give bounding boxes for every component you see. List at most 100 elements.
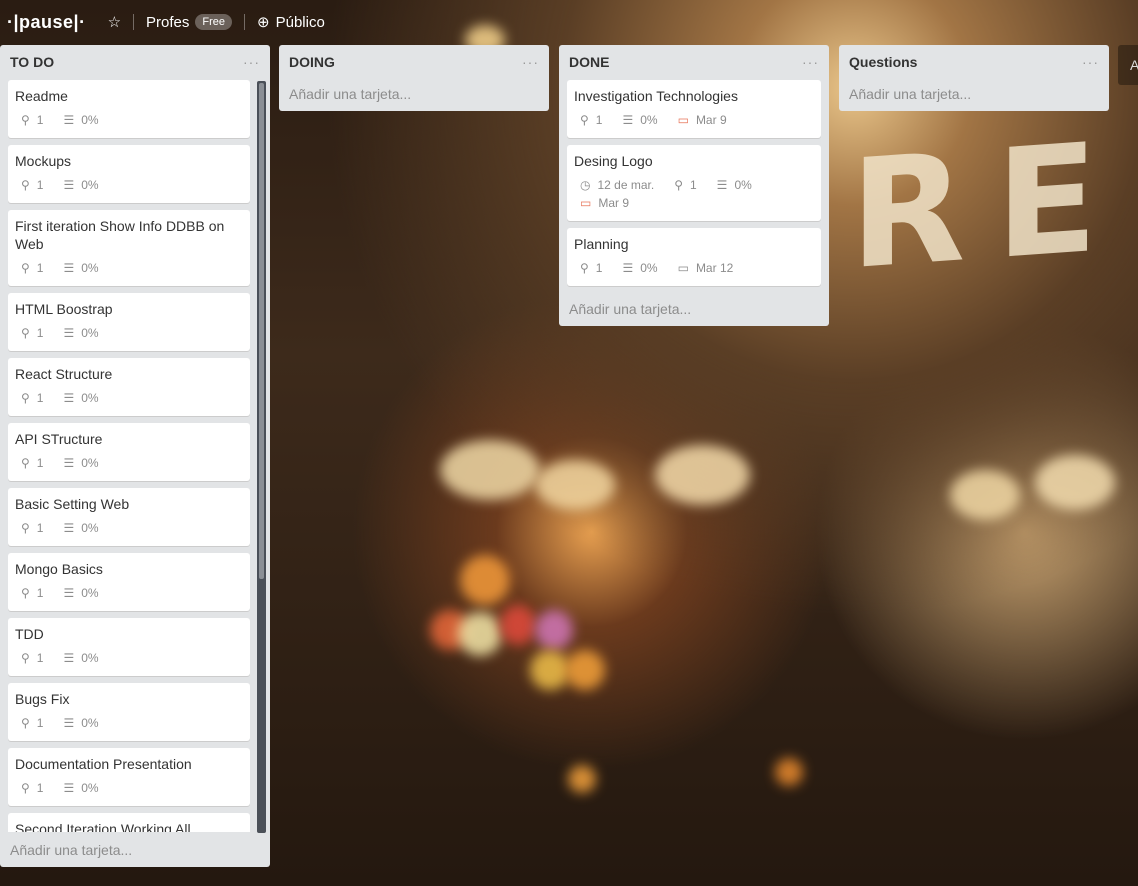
checklist-icon: ☰ xyxy=(63,113,75,127)
card-title: Documentation Presentation xyxy=(15,756,192,772)
paperclip-icon: ⚲ xyxy=(21,113,30,127)
card-title: First iteration Show Info DDBB on Web xyxy=(15,218,225,252)
list-title[interactable]: TO DO xyxy=(10,54,54,70)
card[interactable]: Readme ⚲ 1 ☰ 0% xyxy=(8,80,250,138)
checklist-progress: 0% xyxy=(640,113,658,127)
checklist-progress: 0% xyxy=(81,178,99,192)
card-date: Mar 12 xyxy=(695,261,734,275)
checklist-progress: 0% xyxy=(81,456,99,470)
checklist-progress: 0% xyxy=(81,113,99,127)
attachment-count: 1 xyxy=(595,113,603,127)
paperclip-icon: ⚲ xyxy=(580,261,589,275)
list-header: Questions ··· xyxy=(839,45,1109,78)
due-date: Mar 9 xyxy=(695,113,727,127)
card[interactable]: Planning ⚲ 1 ☰ 0% ▭ Mar 12 xyxy=(567,228,821,286)
paperclip-icon: ⚲ xyxy=(21,781,30,795)
card-title: Planning xyxy=(574,236,629,252)
add-card-button[interactable]: Añadir una tarjeta... xyxy=(0,834,142,867)
checklist-icon: ☰ xyxy=(63,326,75,340)
card[interactable]: Desing Logo ◷ 12 de mar. ⚲ 1 ☰ 0% ▭ Mar 9 xyxy=(567,145,821,221)
list-title[interactable]: DOING xyxy=(289,54,335,70)
board-title[interactable]: ·|pause|· xyxy=(7,12,86,33)
start-date: 12 de mar. xyxy=(597,178,655,192)
paperclip-icon: ⚲ xyxy=(21,178,30,192)
add-card-button[interactable]: Añadir una tarjeta... xyxy=(279,78,549,111)
checklist-progress: 0% xyxy=(81,781,99,795)
list-scrollbar[interactable] xyxy=(257,81,266,833)
calendar-icon: ▭ xyxy=(580,196,592,210)
star-icon[interactable]: ☆ xyxy=(108,13,121,31)
add-list-button[interactable]: A xyxy=(1118,45,1138,85)
card[interactable]: Second Iteration Working All Features wi… xyxy=(8,813,250,832)
card[interactable]: Documentation Presentation ⚲ 1 ☰ 0% xyxy=(8,748,250,806)
list-title[interactable]: DONE xyxy=(569,54,609,70)
globe-icon: ⊕ xyxy=(257,14,270,31)
paperclip-icon: ⚲ xyxy=(21,326,30,340)
list-done: DONE ··· Investigation Technologies ⚲ 1 ☰… xyxy=(559,45,829,326)
checklist-progress: 0% xyxy=(734,178,752,192)
card[interactable]: API STructure ⚲ 1 ☰ 0% xyxy=(8,423,250,481)
card[interactable]: Mongo Basics ⚲ 1 ☰ 0% xyxy=(8,553,250,611)
attachment-count: 1 xyxy=(36,113,44,127)
calendar-icon: ▭ xyxy=(677,261,689,275)
card[interactable]: Mockups ⚲ 1 ☰ 0% xyxy=(8,145,250,203)
checklist-icon: ☰ xyxy=(622,113,634,127)
checklist-progress: 0% xyxy=(81,651,99,665)
attachment-count: 1 xyxy=(36,326,44,340)
ellipsis-icon[interactable]: ··· xyxy=(243,54,260,70)
visibility-button[interactable]: Público xyxy=(276,14,325,31)
team-plan-badge: Free xyxy=(195,14,233,30)
attachment-count: 1 xyxy=(36,391,44,405)
card-title: Readme xyxy=(15,88,68,104)
card-title: Bugs Fix xyxy=(15,691,70,707)
checklist-progress: 0% xyxy=(81,716,99,730)
attachment-count: 1 xyxy=(595,261,603,275)
add-card-button[interactable]: Añadir una tarjeta... xyxy=(839,78,1109,111)
paperclip-icon: ⚲ xyxy=(21,586,30,600)
scrollbar-thumb[interactable] xyxy=(259,83,264,579)
checklist-icon: ☰ xyxy=(63,781,75,795)
due-date: Mar 9 xyxy=(598,196,630,210)
checklist-icon: ☰ xyxy=(63,456,75,470)
checklist-progress: 0% xyxy=(81,521,99,535)
attachment-count: 1 xyxy=(36,178,44,192)
list-todo: TO DO ··· Readme ⚲ 1 ☰ 0% Mockups ⚲ 1 ☰ 0% F… xyxy=(0,45,270,867)
paperclip-icon: ⚲ xyxy=(580,113,589,127)
paperclip-icon: ⚲ xyxy=(21,261,30,275)
checklist-icon: ☰ xyxy=(63,586,75,600)
card[interactable]: Investigation Technologies ⚲ 1 ☰ 0% ▭ Mar 9 xyxy=(567,80,821,138)
attachment-count: 1 xyxy=(36,586,44,600)
paperclip-icon: ⚲ xyxy=(21,521,30,535)
team-name[interactable]: Profes xyxy=(146,14,189,31)
checklist-progress: 0% xyxy=(81,391,99,405)
ellipsis-icon[interactable]: ··· xyxy=(802,54,819,70)
card[interactable]: Bugs Fix ⚲ 1 ☰ 0% xyxy=(8,683,250,741)
ellipsis-icon[interactable]: ··· xyxy=(522,54,539,70)
card[interactable]: HTML Boostrap ⚲ 1 ☰ 0% xyxy=(8,293,250,351)
card-title: TDD xyxy=(15,626,44,642)
paperclip-icon: ⚲ xyxy=(674,178,683,192)
paperclip-icon: ⚲ xyxy=(21,391,30,405)
card-container: Readme ⚲ 1 ☰ 0% Mockups ⚲ 1 ☰ 0% First itera… xyxy=(0,78,270,832)
clock-icon: ◷ xyxy=(580,178,591,192)
list-title[interactable]: Questions xyxy=(849,54,917,70)
attachment-count: 1 xyxy=(36,651,44,665)
attachment-count: 1 xyxy=(36,781,44,795)
checklist-progress: 0% xyxy=(81,261,99,275)
ellipsis-icon[interactable]: ··· xyxy=(1082,54,1099,70)
list-doing: DOING ··· Añadir una tarjeta... xyxy=(279,45,549,111)
board-header: ·|pause|· ☆ Profes Free ⊕ Público xyxy=(0,0,1138,44)
card-title: React Structure xyxy=(15,366,113,382)
card[interactable]: Basic Setting Web ⚲ 1 ☰ 0% xyxy=(8,488,250,546)
card[interactable]: React Structure ⚲ 1 ☰ 0% xyxy=(8,358,250,416)
card[interactable]: TDD ⚲ 1 ☰ 0% xyxy=(8,618,250,676)
checklist-icon: ☰ xyxy=(63,261,75,275)
checklist-progress: 0% xyxy=(81,586,99,600)
checklist-progress: 0% xyxy=(81,326,99,340)
card[interactable]: First iteration Show Info DDBB on Web ⚲ 1… xyxy=(8,210,250,286)
paperclip-icon: ⚲ xyxy=(21,456,30,470)
add-card-button[interactable]: Añadir una tarjeta... xyxy=(559,293,829,326)
card-container: Investigation Technologies ⚲ 1 ☰ 0% ▭ Mar 9… xyxy=(559,78,829,286)
checklist-progress: 0% xyxy=(640,261,658,275)
checklist-icon: ☰ xyxy=(622,261,634,275)
